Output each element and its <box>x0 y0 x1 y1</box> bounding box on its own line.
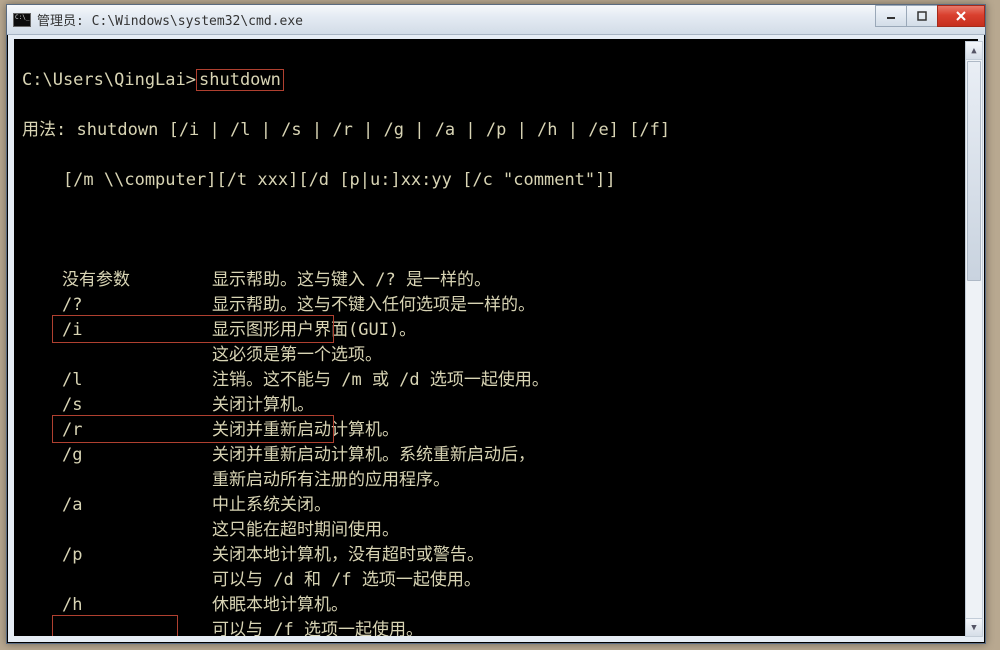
option-flag: /g <box>62 443 212 468</box>
option-row: 可以与 /f 选项一起使用。 <box>22 618 970 642</box>
option-desc: 关闭本地计算机，没有超时或警告。 <box>212 545 484 565</box>
scroll-thumb[interactable] <box>967 61 981 281</box>
indent <box>22 343 62 368</box>
option-desc: 显示帮助。这与不键入任何选项是一样的。 <box>212 295 535 315</box>
option-flag: /? <box>62 293 212 318</box>
option-desc: 可以与 /f 选项一起使用。 <box>212 620 423 640</box>
minimize-icon <box>886 11 896 21</box>
option-row: /?显示帮助。这与不键入任何选项是一样的。 <box>22 293 970 318</box>
vertical-scrollbar[interactable]: ▲ ▼ <box>965 41 983 637</box>
indent <box>22 468 62 493</box>
usage-label: 用法 <box>22 120 56 140</box>
maximize-icon <box>917 11 927 21</box>
option-row: /s关闭计算机。 <box>22 393 970 418</box>
option-row: 这只能在超时期间使用。 <box>22 518 970 543</box>
option-row: 可以与 /d 和 /f 选项一起使用。 <box>22 568 970 593</box>
indent <box>22 443 62 468</box>
minimize-button[interactable] <box>875 5 907 27</box>
option-desc: 关闭并重新启动计算机。系统重新启动后， <box>212 445 535 465</box>
option-desc: 中止系统关闭。 <box>212 495 331 515</box>
prompt-line: C:\Users\QingLai>shutdown <box>22 68 970 93</box>
cmd-icon <box>13 13 31 27</box>
option-row: /a中止系统关闭。 <box>22 493 970 518</box>
window-title: 管理员: C:\Windows\system32\cmd.exe <box>37 10 303 29</box>
cmd-window: 管理员: C:\Windows\system32\cmd.exe C:\User… <box>6 4 986 644</box>
indent <box>22 418 62 443</box>
close-icon <box>955 10 967 22</box>
option-desc: 可以与 /d 和 /f 选项一起使用。 <box>212 570 481 590</box>
option-row: 重新启动所有注册的应用程序。 <box>22 468 970 493</box>
indent <box>22 393 62 418</box>
option-desc: 这只能在超时期间使用。 <box>212 520 399 540</box>
titlebar[interactable]: 管理员: C:\Windows\system32\cmd.exe <box>7 5 985 35</box>
option-desc: 关闭并重新启动计算机。 <box>212 420 399 440</box>
terminal-area[interactable]: C:\Users\QingLai>shutdown 用法: shutdown [… <box>8 35 984 642</box>
option-row: /i显示图形用户界面(GUI)。 <box>22 318 970 343</box>
indent <box>22 593 62 618</box>
usage-line-1: 用法: shutdown [/i | /l | /s | /r | /g | /… <box>22 118 970 143</box>
indent <box>22 293 62 318</box>
option-flag: /a <box>62 493 212 518</box>
option-desc: 显示图形用户界面(GUI)。 <box>212 320 416 340</box>
option-row: 这必须是第一个选项。 <box>22 343 970 368</box>
option-row: /g关闭并重新启动计算机。系统重新启动后， <box>22 443 970 468</box>
option-desc: 休眠本地计算机。 <box>212 595 348 615</box>
typed-command: shutdown <box>196 69 284 91</box>
indent <box>22 543 62 568</box>
option-flag: /r <box>62 418 212 443</box>
option-flag: /s <box>62 393 212 418</box>
option-flag: /i <box>62 318 212 343</box>
indent <box>22 318 62 343</box>
indent <box>22 568 62 593</box>
option-desc: 注销。这不能与 /m 或 /d 选项一起使用。 <box>212 370 549 390</box>
option-flag: 没有参数 <box>62 268 212 293</box>
usage-syntax-1: : shutdown [/i | /l | /s | /r | /g | /a … <box>56 120 670 140</box>
close-button[interactable] <box>937 5 985 27</box>
option-flag: /p <box>62 543 212 568</box>
indent <box>22 618 62 642</box>
option-desc: 这必须是第一个选项。 <box>212 345 382 365</box>
window-controls <box>876 5 985 27</box>
option-desc: 显示帮助。这与键入 /? 是一样的。 <box>212 270 491 290</box>
indent <box>22 518 62 543</box>
option-row: /h休眠本地计算机。 <box>22 593 970 618</box>
usage-line-2: [/m \\computer][/t xxx][/d [p|u:]xx:yy [… <box>22 168 970 193</box>
scroll-up-button[interactable]: ▲ <box>966 42 982 60</box>
terminal-output: C:\Users\QingLai>shutdown 用法: shutdown [… <box>22 43 970 642</box>
blank-line <box>22 218 970 243</box>
option-desc: 重新启动所有注册的应用程序。 <box>212 470 450 490</box>
prompt-path: C:\Users\QingLai> <box>22 70 196 90</box>
option-row: /r关闭并重新启动计算机。 <box>22 418 970 443</box>
options-block: 没有参数显示帮助。这与键入 /? 是一样的。 /?显示帮助。这与不键入任何选项是… <box>22 268 970 642</box>
scroll-down-button[interactable]: ▼ <box>966 618 982 636</box>
option-flag: /l <box>62 368 212 393</box>
option-row: /p关闭本地计算机，没有超时或警告。 <box>22 543 970 568</box>
indent <box>22 493 62 518</box>
option-flag: /h <box>62 593 212 618</box>
maximize-button[interactable] <box>906 5 938 27</box>
option-desc: 关闭计算机。 <box>212 395 314 415</box>
option-row: /l注销。这不能与 /m 或 /d 选项一起使用。 <box>22 368 970 393</box>
option-row: 没有参数显示帮助。这与键入 /? 是一样的。 <box>22 268 970 293</box>
indent <box>22 268 62 293</box>
indent <box>22 368 62 393</box>
